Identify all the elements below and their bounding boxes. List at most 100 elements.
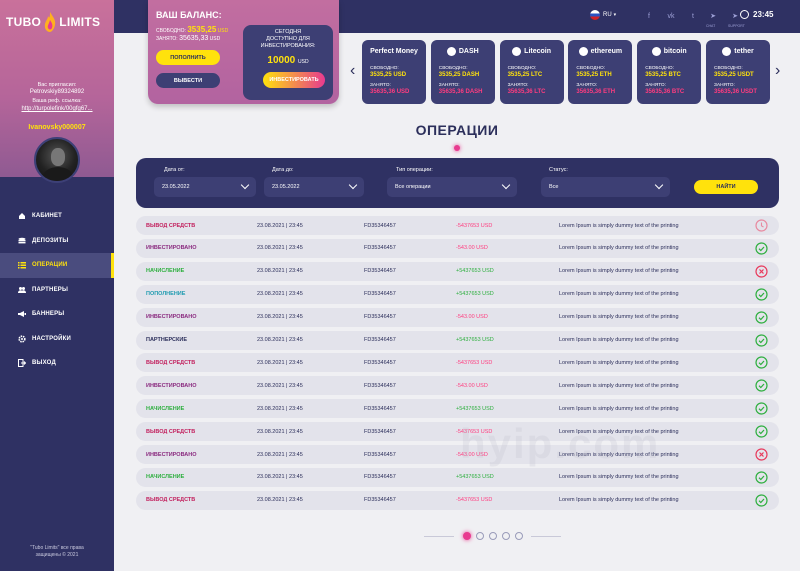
copyright-line-2: защищены © 2021 <box>35 552 79 558</box>
invest-available-value: 10000 USD <box>267 55 309 66</box>
operation-date: 23.08.2021 | 23:45 <box>257 382 303 389</box>
operation-amount: +5437653 USD <box>456 405 494 412</box>
check-circle-icon <box>755 471 768 484</box>
sidebar-item-3[interactable]: ПАРТНЕРЫ <box>0 278 114 303</box>
page-dot-5[interactable] <box>514 532 523 540</box>
avatar[interactable] <box>34 137 80 183</box>
facebook-icon[interactable]: f <box>644 11 654 21</box>
page-dot-2[interactable] <box>475 532 484 540</box>
table-row[interactable]: НАЧИСЛЕНИЕ 23.08.2021 | 23:45 FD35346457 +5… <box>136 261 779 281</box>
russia-flag-icon <box>590 10 600 20</box>
table-row[interactable]: НАЧИСЛЕНИЕ 23.08.2021 | 23:45 FD35346457 +5… <box>136 467 779 487</box>
table-row[interactable]: ВЫВОД СРЕДСТВ 23.08.2021 | 23:45 FD3534645… <box>136 490 779 510</box>
operation-id: FD35346457 <box>364 337 396 343</box>
operation-type: ПОПОЛНЕНИЕ <box>146 291 186 298</box>
invest-available-panel: СЕГОДНЯ ДОСТУПНО ДЛЯ ИНВЕСТИРОВАНИЯ: 100… <box>243 25 333 100</box>
invest-button[interactable]: ИНВЕСТИРОВАТЬ <box>263 72 325 88</box>
wallet-free-value: 3535,25 USDT <box>714 72 754 78</box>
wallet-name: tether <box>706 45 770 57</box>
cards-prev-arrow[interactable]: ‹ <box>350 62 355 80</box>
operation-description: Lorem Ipsum is simply dummy text of the … <box>559 497 679 504</box>
coin-icon <box>446 46 456 56</box>
operation-type-select[interactable]: Все операции <box>387 177 517 197</box>
table-row[interactable]: ВЫВОД СРЕДСТВ 23.08.2021 | 23:45 FD3534645… <box>136 422 779 442</box>
operation-amount: +5437653 USD <box>456 291 494 298</box>
operation-date: 23.08.2021 | 23:45 <box>257 428 303 435</box>
topup-button[interactable]: ПОПОЛНИТЬ <box>156 50 220 65</box>
date-to-field[interactable]: 23.05.2022 <box>264 177 364 197</box>
logo-text-right: LIMITS <box>59 15 101 29</box>
table-row[interactable]: НАЧИСЛЕНИЕ 23.08.2021 | 23:45 FD35346457 +5… <box>136 399 779 419</box>
username: Ivanovsky000007 <box>28 124 86 131</box>
operation-amount: +5437653 USD <box>456 268 494 275</box>
ref-link-label: Ваша реф. ссылка: <box>32 98 82 104</box>
wallet-name: Litecoin <box>500 45 564 57</box>
wallet-busy-label: ЗАНЯТО: <box>645 83 666 88</box>
date-from-field[interactable]: 23.05.2022 <box>154 177 256 197</box>
wallet-free-label: СВОБОДНО: <box>370 66 399 71</box>
sidebar-item-2[interactable]: ОПЕРАЦИИ <box>0 253 114 278</box>
wallet-card[interactable]: ethereum СВОБОДНО: 3535,25 ETH ЗАНЯТО: 35635… <box>568 40 633 104</box>
operation-description: Lorem Ipsum is simply dummy text of the … <box>559 474 679 481</box>
sidebar-item-label: ОПЕРАЦИИ <box>32 262 68 269</box>
sidebar-item-1[interactable]: ДЕПОЗИТЫ <box>0 229 114 254</box>
wallet-card[interactable]: DASH СВОБОДНО: 3535,25 DASH ЗАНЯТО: 35635,36… <box>430 40 495 104</box>
balance-panel: ВАШ БАЛАНС: СВОБОДНО: 3535,25 USD ЗАНЯТО… <box>148 0 339 104</box>
check-circle-icon <box>755 288 768 301</box>
wallet-busy-label: ЗАНЯТО: <box>576 83 598 88</box>
wallet-busy-value: 35635,36 USDT <box>714 89 758 95</box>
withdraw-button[interactable]: ВЫВЕСТИ <box>156 73 220 88</box>
chevron-down-icon <box>348 180 358 190</box>
copyright: "Tubo Limits" все права защищены © 2021 <box>0 545 114 559</box>
wallet-card[interactable]: Perfect Money СВОБОДНО: 3535,25 USD ЗАНЯТО:… <box>362 40 426 104</box>
table-row[interactable]: ПОПОЛНЕНИЕ 23.08.2021 | 23:45 FD35346457 +5… <box>136 284 779 304</box>
social-label: SUPPORT <box>728 24 745 28</box>
table-row[interactable]: ИНВЕСТИРОВАНО 23.08.2021 | 23:45 FD3534645… <box>136 376 779 396</box>
wallet-busy-value: 35635,36 USD <box>370 89 410 95</box>
table-row[interactable]: ВЫВОД СРЕДСТВ 23.08.2021 | 23:45 FD3534645… <box>136 216 779 235</box>
table-row[interactable]: ИНВЕСТИРОВАНО 23.08.2021 | 23:45 FD3534645… <box>136 307 779 327</box>
check-circle-icon <box>755 310 768 324</box>
table-row[interactable]: ПАРТНЕРСКИЕ 23.08.2021 | 23:45 FD35346457 +… <box>136 330 779 350</box>
twitter-icon[interactable]: t <box>688 11 698 21</box>
table-row[interactable]: ИНВЕСТИРОВАНО 23.08.2021 | 23:45 FD3534645… <box>136 445 779 464</box>
operation-type: ПАРТНЕРСКИЕ <box>146 337 188 343</box>
wallet-card[interactable]: bitcoin СВОБОДНО: 3535,25 BTC ЗАНЯТО: 35635,… <box>637 40 702 104</box>
telegram-support-icon[interactable]: ➤ <box>730 11 740 21</box>
cards-next-arrow[interactable]: › <box>775 62 780 80</box>
sidebar-item-5[interactable]: НАСТРОЙКИ <box>0 327 114 352</box>
operation-type: ВЫВОД СРЕДСТВ <box>146 359 196 366</box>
vk-icon[interactable]: vk <box>666 11 676 21</box>
page-dot-4[interactable] <box>501 532 510 540</box>
sidebar-item-6[interactable]: ВЫХОД <box>0 351 114 376</box>
language-selector[interactable]: RU ▾ <box>590 10 616 20</box>
operation-id: FD35346457 <box>364 428 396 435</box>
table-row[interactable]: ВЫВОД СРЕДСТВ 23.08.2021 | 23:45 FD3534645… <box>136 353 779 373</box>
page-dot-1[interactable] <box>462 532 471 540</box>
logo-text-left: TUBO <box>6 15 42 29</box>
operation-type: ВЫВОД СРЕДСТВ <box>146 497 196 504</box>
wallet-name: Perfect Money <box>370 47 418 55</box>
telegram-chat-icon[interactable]: ➤ <box>708 11 718 21</box>
sidebar-item-0[interactable]: КАБИНЕТ <box>0 204 114 229</box>
operation-description: Lorem Ipsum is simply dummy text of the … <box>559 359 679 366</box>
table-row[interactable]: ИНВЕСТИРОВАНО 23.08.2021 | 23:45 FD3534645… <box>136 238 779 258</box>
status-select[interactable]: Все <box>541 177 670 197</box>
operation-date: 23.08.2021 | 23:45 <box>257 451 303 458</box>
operation-date: 23.08.2021 | 23:45 <box>257 291 303 298</box>
find-button[interactable]: НАЙТИ <box>694 180 758 194</box>
page-dot-3[interactable] <box>488 532 497 540</box>
wallet-name: bitcoin <box>637 45 701 57</box>
balance-title: ВАШ БАЛАНС: <box>156 10 222 20</box>
logo[interactable]: TUBO LIMITS <box>6 8 110 36</box>
wallet-name: ethereum <box>568 45 632 57</box>
date-from-label: Дата от: <box>164 167 185 173</box>
wallet-card[interactable]: Litecoin СВОБОДНО: 3535,25 LTC ЗАНЯТО: 35635… <box>499 40 564 104</box>
sidebar: TUBO LIMITS Вас пригласил: Petrovskiy893… <box>0 0 114 571</box>
operation-id: FD35346457 <box>364 497 396 504</box>
sidebar-item-4[interactable]: БАННЕРЫ <box>0 302 114 327</box>
ref-link[interactable]: http://turpolefink/00gfg67... <box>0 106 114 113</box>
wallet-busy-value: 35635,36 DASH <box>438 89 483 95</box>
operation-date: 23.08.2021 | 23:45 <box>257 405 303 412</box>
wallet-card[interactable]: tether СВОБОДНО: 3535,25 USDT ЗАНЯТО: 35635,… <box>706 40 770 104</box>
